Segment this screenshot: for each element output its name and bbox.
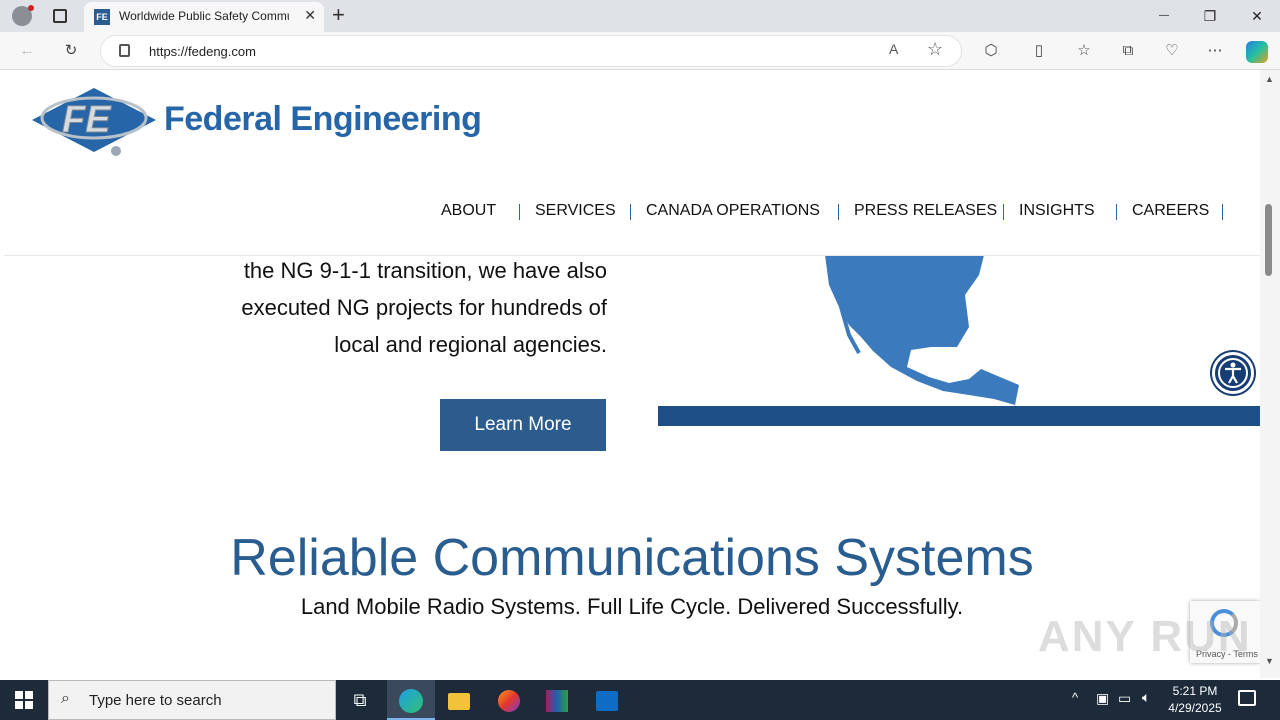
favorite-star-icon[interactable]: ☆ — [927, 39, 943, 60]
tab-close-icon[interactable]: ✕ — [304, 7, 316, 24]
collections-icon[interactable]: ⧉ — [1117, 40, 1139, 62]
notifications-icon[interactable] — [1238, 690, 1256, 706]
windows-start-icon[interactable] — [15, 691, 33, 709]
nav-divider — [1222, 204, 1223, 220]
winrar-icon[interactable] — [533, 680, 581, 720]
lock-icon[interactable] — [119, 44, 130, 57]
nav-divider — [519, 204, 520, 220]
map-blue-bar — [658, 406, 1260, 426]
windows-taskbar: ⌕ Type here to search ⧉ ^ ▣ ▭ 🔈︎ 5:21 PM… — [0, 680, 1280, 720]
device-icon[interactable]: ▣ — [1096, 690, 1109, 707]
split-screen-icon[interactable]: ▯ — [1028, 40, 1050, 62]
restore-icon[interactable]: ❐ — [1187, 4, 1233, 28]
profile-notification-dot — [28, 5, 34, 11]
more-options-icon[interactable]: ⋯ — [1204, 40, 1226, 62]
logo-mark-text: FE — [62, 99, 112, 141]
copilot-icon[interactable] — [1246, 41, 1268, 63]
file-explorer-icon[interactable] — [435, 680, 483, 720]
nav-press-releases[interactable]: PRESS RELEASES — [854, 202, 997, 220]
edge-app-icon[interactable] — [387, 680, 435, 720]
address-bar[interactable]: https://fedeng.com A ☆ — [100, 35, 962, 67]
anyrun-watermark: ANY RUN — [1038, 612, 1252, 661]
minimize-icon[interactable]: — — [1141, 4, 1187, 28]
scrollbar-thumb[interactable] — [1265, 204, 1272, 276]
web-page: FE Federal Engineering ABOUT SERVICES CA… — [4, 70, 1260, 678]
nav-careers[interactable]: CAREERS — [1132, 202, 1209, 220]
browser-tab-bar: FE Worldwide Public Safety Communication… — [0, 0, 1280, 32]
body-line-1: the NG 9-1-1 transition, we have also — [243, 258, 607, 283]
taskbar-search-placeholder: Type here to search — [89, 692, 222, 709]
clock-time: 5:21 PM — [1172, 684, 1218, 698]
scroll-down-icon[interactable]: ▼ — [1265, 656, 1274, 666]
task-view-icon[interactable]: ⧉ — [336, 680, 384, 720]
north-america-map-image — [825, 255, 1019, 405]
nav-divider — [838, 204, 839, 220]
accessibility-icon — [1218, 358, 1248, 388]
nav-divider — [1003, 204, 1004, 220]
clock-date: 4/29/2025 — [1168, 701, 1222, 715]
network-icon[interactable]: ▭ — [1118, 690, 1131, 707]
extensions-icon[interactable]: ⬡ — [980, 40, 1002, 62]
logo[interactable]: FE — [32, 80, 157, 158]
nav-services[interactable]: SERVICES — [535, 202, 616, 220]
nav-divider — [1116, 204, 1117, 220]
taskbar-clock[interactable]: 5:21 PM 4/29/2025 — [1162, 683, 1228, 717]
browser-toolbar: ← ↻ https://fedeng.com A ☆ ⬡ ▯ ☆ ⧉ ♡ ⋯ — [0, 32, 1280, 70]
refresh-icon[interactable]: ↻ — [60, 40, 82, 62]
nav-canada-operations[interactable]: CANADA OPERATIONS — [646, 202, 820, 220]
learn-more-button[interactable]: Learn More — [440, 399, 606, 451]
favorites-icon[interactable]: ☆ — [1073, 40, 1095, 62]
new-tab-icon[interactable]: + — [332, 2, 345, 28]
outlook-icon[interactable] — [583, 680, 631, 720]
brand-name[interactable]: Federal Engineering — [164, 100, 482, 139]
system-tray-chevron-icon[interactable]: ^ — [1072, 690, 1078, 705]
active-tab[interactable]: FE Worldwide Public Safety Communication… — [84, 2, 324, 32]
url-text: https://fedeng.com — [149, 44, 256, 59]
tab-title: Worldwide Public Safety Communications — [119, 9, 289, 23]
body-line-2: executed NG projects for hundreds of — [241, 295, 607, 320]
taskbar-search-box[interactable]: ⌕ Type here to search — [48, 680, 336, 720]
nav-insights[interactable]: INSIGHTS — [1019, 202, 1095, 220]
site-header: FE Federal Engineering ABOUT SERVICES CA… — [4, 70, 1260, 256]
nav-divider — [630, 204, 631, 220]
tab-favicon-icon: FE — [94, 9, 110, 25]
scroll-up-icon[interactable]: ▲ — [1265, 74, 1274, 84]
tab-actions-icon[interactable] — [53, 9, 67, 23]
page-scrollbar[interactable]: ▲ ▼ — [1260, 70, 1280, 678]
nav-about[interactable]: ABOUT — [441, 202, 496, 220]
logo-mark-icon: FE — [32, 88, 156, 156]
section-title: Reliable Communications Systems — [230, 529, 1034, 587]
firefox-icon[interactable] — [485, 680, 533, 720]
body-line-3: local and regional agencies. — [334, 332, 607, 357]
accessibility-button[interactable] — [1212, 352, 1254, 394]
search-icon: ⌕ — [61, 690, 70, 707]
browser-essentials-icon[interactable]: ♡ — [1161, 40, 1183, 62]
read-aloud-icon[interactable]: A — [889, 41, 898, 57]
volume-icon[interactable]: 🔈︎ — [1142, 689, 1150, 706]
close-window-icon[interactable]: ✕ — [1234, 4, 1280, 28]
back-icon[interactable]: ← — [16, 40, 38, 62]
